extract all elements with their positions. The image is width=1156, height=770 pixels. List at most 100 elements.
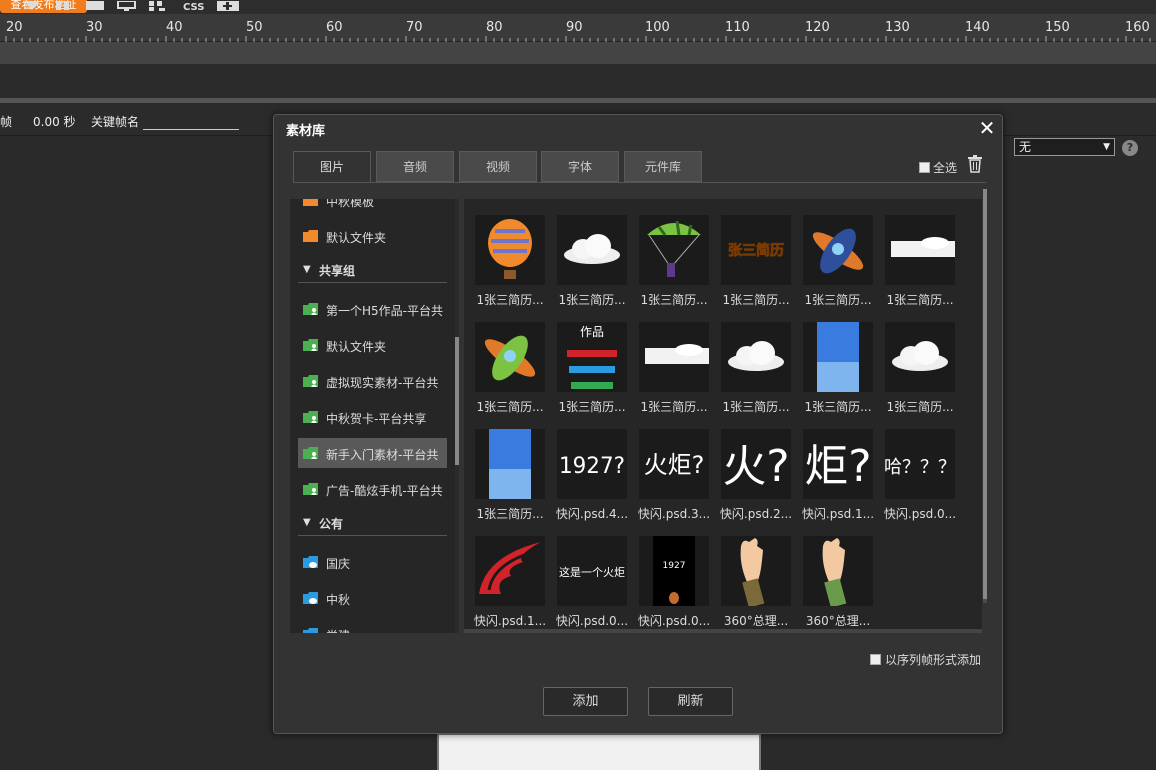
select-all-checkbox[interactable]: 全选 (919, 159, 957, 176)
add-button[interactable]: 添加 (543, 687, 628, 716)
tab-images[interactable]: 图片 (293, 151, 371, 183)
big-text-thumbnail[interactable]: 火炬? (639, 429, 709, 499)
ruler-label: 110 (725, 20, 750, 35)
triangle-down-icon: ▼ (303, 264, 311, 275)
sky-gradient-thumbnail[interactable] (475, 429, 545, 499)
hand-raise-icon (740, 538, 765, 608)
image-grid[interactable]: 1张三简历... 1张三简历... 1张三简历... 张三简历 1张三简历... 1张三简… (464, 199, 982, 633)
folder-list[interactable]: 中秋模板 默认文件夹 ▼ 共享组 第一个H5作品-平台共 默认文件夹 虚拟现实素材-… (290, 199, 455, 633)
cloud-thumbnail[interactable] (885, 322, 955, 392)
cloud-flat-thumbnail[interactable] (639, 322, 709, 392)
thumbnail-text: 1927 (663, 561, 686, 571)
folder-label: 中秋贺卡-平台共享 (326, 412, 427, 426)
big-text-thumbnail[interactable]: 哈？？？ (884, 429, 956, 499)
image-grid-hscrollbar[interactable] (464, 629, 982, 633)
ribbon-list-icon: 作品 (567, 325, 617, 389)
folder-item[interactable]: 国庆 (298, 547, 447, 577)
thumbnail-caption: 1张三简历... (886, 400, 954, 414)
folder-item-shared[interactable]: 虚拟现实素材-平台共 (298, 366, 447, 396)
flame-icon (479, 542, 541, 594)
scrollbar-thumb[interactable] (455, 337, 459, 465)
shared-folder-icon (303, 339, 318, 351)
tab-components[interactable]: 元件库 (624, 151, 702, 182)
select-all-label: 全选 (933, 161, 958, 175)
airplane-blue-thumbnail[interactable] (803, 215, 873, 285)
group-header-public[interactable]: ▼ 公有 (298, 510, 447, 536)
hand-raise-green-thumbnail[interactable] (803, 536, 873, 608)
tab-fonts[interactable]: 字体 (541, 151, 619, 182)
folder-label: 虚拟现实素材-平台共 (326, 376, 439, 390)
timeline-layer-area[interactable] (0, 64, 1156, 100)
thumbnail-text: 哈？？？ (885, 457, 955, 478)
thumbnail-caption: 360°总理... (805, 614, 871, 628)
keyframe-name-input[interactable] (143, 129, 239, 130)
airplane-blue-icon (812, 228, 864, 274)
thumbnail-caption: 1张三简历... (558, 400, 626, 414)
ruler-label: 70 (406, 20, 423, 35)
folder-item[interactable]: 中秋 (298, 583, 447, 613)
ruler-label: 100 (645, 20, 670, 35)
folder-item[interactable]: 中秋模板 (298, 199, 447, 215)
folder-item[interactable]: 党建 (298, 619, 447, 633)
tab-video[interactable]: 视频 (459, 151, 537, 182)
cloud-folder-icon (303, 592, 318, 604)
hot-air-balloon-thumbnail[interactable] (475, 215, 545, 285)
stop-icon[interactable] (86, 0, 108, 10)
play-icon[interactable] (22, 0, 44, 10)
ruler-label: 120 (805, 20, 830, 35)
cloud-thumbnail[interactable] (721, 322, 791, 392)
parachute-thumbnail[interactable] (639, 215, 709, 285)
folder-item-shared[interactable]: 第一个H5作品-平台共 (298, 294, 447, 324)
big-text-thumbnail[interactable]: 1927? (557, 429, 627, 499)
cloud-folder-icon (303, 628, 318, 633)
cloud-thumbnail[interactable] (557, 215, 627, 285)
folder-item-shared[interactable]: 默认文件夹 (298, 330, 447, 360)
airplane-green-thumbnail[interactable] (475, 322, 545, 392)
qrcode-icon[interactable] (147, 0, 169, 11)
scrollbar-thumb[interactable] (983, 189, 987, 599)
cloud-flat-thumbnail[interactable] (885, 215, 955, 285)
big-text-thumbnail[interactable]: 火? (721, 429, 791, 499)
image-grid-scrollbar[interactable] (983, 189, 987, 603)
folder-label: 国庆 (326, 557, 351, 571)
stage-canvas[interactable] (437, 733, 761, 770)
close-icon[interactable]: ✕ (978, 116, 996, 140)
tab-audio[interactable]: 音频 (376, 151, 454, 182)
sequence-frames-checkbox[interactable]: 以序列帧形式添加 (870, 651, 981, 668)
help-icon[interactable]: ? (1122, 140, 1138, 156)
easing-select[interactable]: 无 ▼ (1014, 138, 1115, 156)
title-text-thumbnail[interactable]: 张三简历 (721, 215, 791, 285)
folder-item-shared[interactable]: 广告-酷炫手机-平台共 (298, 474, 447, 504)
small-text-thumbnail[interactable]: 这是一个火炬 (557, 536, 627, 606)
hand-raise-thumbnail[interactable] (721, 536, 791, 608)
flame-thumbnail[interactable] (475, 536, 545, 606)
cloud-icon (564, 234, 620, 264)
folder-item-shared[interactable]: 新手入门素材-平台共 (298, 438, 447, 468)
checkbox-box[interactable] (870, 654, 881, 665)
group-header-shared[interactable]: ▼ 共享组 (298, 257, 447, 283)
checkbox-box[interactable] (919, 162, 930, 173)
trash-icon[interactable] (967, 155, 983, 173)
thumbnail-text: 炬? (804, 441, 871, 492)
timeline-ruler[interactable]: 20 30 40 50 60 70 80 90 100 110 120 130 … (0, 14, 1156, 42)
folder-label: 默认文件夹 (326, 340, 387, 354)
add-box-icon[interactable] (216, 0, 239, 11)
pause-icon[interactable] (54, 0, 76, 10)
folder-label: 中秋模板 (326, 199, 375, 209)
title-text-icon: 张三简历 (728, 242, 785, 260)
timeline-track[interactable] (0, 42, 1156, 64)
big-text-thumbnail[interactable]: 炬? (803, 429, 873, 499)
easing-select-value: 无 (1019, 140, 1032, 154)
preview-monitor-icon[interactable] (116, 0, 138, 11)
folder-list-scrollbar[interactable] (455, 199, 459, 633)
refresh-button[interactable]: 刷新 (648, 687, 733, 716)
panel-divider[interactable] (0, 98, 1156, 103)
folder-item-shared[interactable]: 中秋贺卡-平台共享 (298, 402, 447, 432)
css-icon[interactable]: CSS (182, 0, 204, 13)
ribbon-list-thumbnail[interactable]: 作品 (557, 322, 627, 392)
folder-item[interactable]: 默认文件夹 (298, 221, 447, 251)
folder-label: 第一个H5作品-平台共 (326, 304, 443, 318)
poster-thumbnail[interactable]: 1927 (639, 536, 709, 606)
thumbnail-caption: 1张三简历... (722, 400, 790, 414)
sky-gradient-thumbnail[interactable] (803, 322, 873, 392)
